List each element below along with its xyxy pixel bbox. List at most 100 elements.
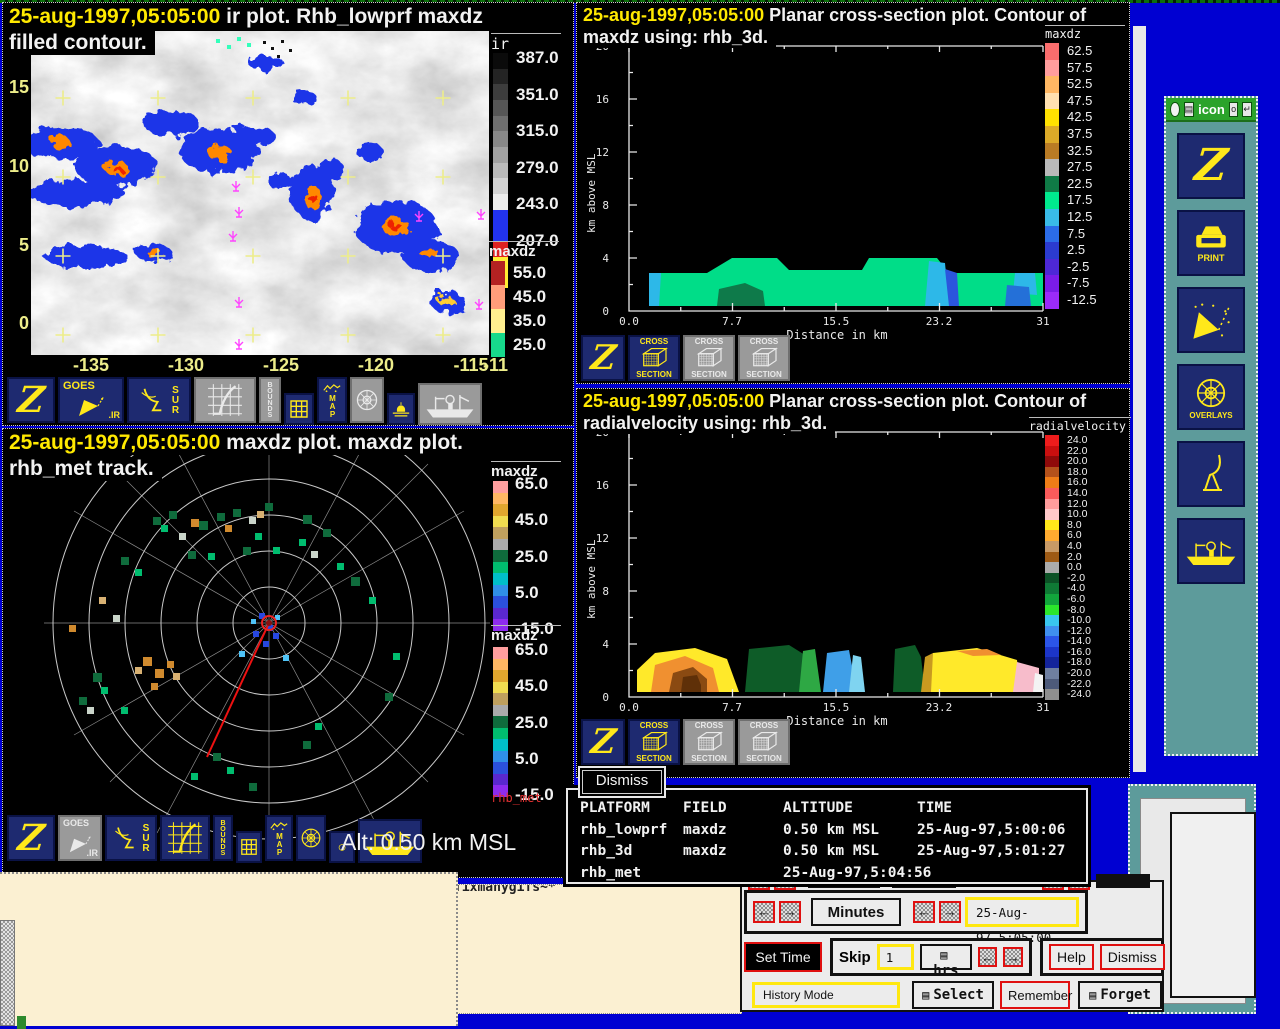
- goes-ir-button[interactable]: GOES .IR: [58, 815, 102, 861]
- cross-section-toolbar: Z CROSS SECTION CROSS SECTION CROSS SECT…: [581, 335, 790, 383]
- set-time-button[interactable]: Set Time: [744, 942, 822, 972]
- overlays-wheel-button[interactable]: [296, 815, 326, 861]
- table-header: PLATFORM: [580, 798, 683, 820]
- window-title: 25-aug-1997,05:05:00 Planar cross-sectio…: [583, 5, 1086, 26]
- cross-section-button[interactable]: CROSS SECTION: [738, 335, 790, 381]
- cross-section-plot[interactable]: [577, 427, 1047, 717]
- select-button[interactable]: ▤Select: [912, 981, 994, 1009]
- terminal-window[interactable]: [0, 872, 458, 1026]
- ir-colorbar-values: 387.0351.0315.0279.0243.0207.0: [516, 49, 559, 249]
- colorbar-swatch: [1045, 126, 1059, 143]
- grid-radar-button[interactable]: [160, 815, 210, 861]
- overlays-button[interactable]: OVERLAYS: [1177, 364, 1245, 430]
- help-button[interactable]: Help: [1049, 944, 1094, 970]
- map-button[interactable]: MAP: [265, 815, 293, 861]
- maxdz-colorbar: 55.0 45.0 35.0 25.0: [491, 261, 546, 357]
- track-platform-label: rhb_met: [491, 791, 542, 805]
- forget-button[interactable]: ▤Forget: [1078, 981, 1162, 1009]
- cross-section-button-active[interactable]: CROSS SECTION: [628, 719, 680, 765]
- units-button[interactable]: ▤hrs: [920, 944, 972, 970]
- grid-radar-button[interactable]: [194, 377, 256, 423]
- small-grid-button[interactable]: [236, 831, 262, 863]
- maximize-icon[interactable]: o: [1229, 102, 1239, 117]
- ship-button[interactable]: [418, 383, 482, 425]
- minutes-button[interactable]: Minutes: [811, 898, 901, 926]
- colorbar-swatch: [1045, 477, 1059, 488]
- iconify-icon[interactable]: ▤: [1184, 102, 1195, 117]
- colorbar-swatch: [1045, 76, 1059, 93]
- colorbar-swatch: [1045, 605, 1059, 616]
- minutes-forward-button[interactable]: →: [939, 901, 961, 923]
- remember-button[interactable]: Remember: [1000, 981, 1070, 1009]
- grid-radar-icon: [164, 820, 206, 856]
- bounds-button[interactable]: BOUNDS: [213, 815, 233, 861]
- icon-panel-titlebar[interactable]: ▤ icon o ↵: [1166, 98, 1256, 122]
- surveillance-button[interactable]: SUR: [105, 815, 157, 861]
- window-menu-icon[interactable]: [1170, 102, 1180, 117]
- radar-antenna-button[interactable]: [1177, 441, 1245, 507]
- overlays-wheel-button[interactable]: [350, 377, 384, 423]
- scrollbar[interactable]: [0, 920, 15, 1026]
- skip-back-button[interactable]: ←: [978, 947, 998, 967]
- restore-icon[interactable]: ↵: [1242, 102, 1252, 117]
- skip-input[interactable]: 1: [877, 944, 914, 970]
- altitude-label: Alt: 0.50 km MSL: [341, 829, 516, 856]
- map-button[interactable]: MAP: [317, 377, 347, 423]
- cube-icon: [692, 730, 726, 754]
- platform-status-window: PLATFORMFIELDALTITUDETIME rhb_lowprfmaxd…: [566, 788, 1088, 884]
- right-arrow-icon: →: [784, 904, 797, 919]
- radar-echoes: [69, 503, 400, 791]
- zeb-logo-button[interactable]: Z: [581, 719, 625, 765]
- ship-button[interactable]: [1177, 518, 1245, 584]
- cross-section-button[interactable]: CROSS SECTION: [738, 719, 790, 765]
- print-button[interactable]: PRINT: [1177, 210, 1245, 276]
- xterm-secondary[interactable]: fixmanygifs~*: [433, 884, 742, 1014]
- satellite-dish-icon: [76, 392, 106, 418]
- dismiss-button[interactable]: Dismiss: [578, 766, 666, 798]
- minutes-back-button[interactable]: ←: [913, 901, 935, 923]
- step-back-button[interactable]: ←: [753, 901, 775, 923]
- table-row[interactable]: rhb_lowprfmaxdz0.50 km MSL25-Aug-97,5:00…: [580, 820, 1086, 842]
- zeb-logo-button[interactable]: Z: [581, 335, 625, 381]
- satellite-button[interactable]: [1177, 287, 1245, 353]
- satellite-dish-icon: [1189, 298, 1233, 342]
- goes-ir-button[interactable]: GOES .IR: [58, 377, 124, 423]
- skip-label: Skip: [839, 949, 871, 966]
- cube-icon: [637, 730, 671, 754]
- cross-section-button-active[interactable]: CROSS SECTION: [628, 335, 680, 381]
- history-mode-input[interactable]: History Mode: [752, 982, 900, 1008]
- maxdz-colorbar-label: maxdz: [489, 241, 559, 260]
- z-logo-icon: Z: [589, 341, 617, 375]
- zeb-logo-button[interactable]: Z: [7, 815, 55, 861]
- zeb-logo-button[interactable]: Z: [1177, 133, 1245, 199]
- colorbar-swatch: [1045, 583, 1059, 594]
- colorbar-swatch: [1045, 626, 1059, 637]
- colorbar-swatch: [491, 309, 505, 333]
- colorbar-swatch: [1045, 209, 1059, 226]
- skip-forward-button[interactable]: →: [1003, 947, 1023, 967]
- time-input[interactable]: 25-Aug-97,5:05:00: [965, 897, 1079, 927]
- colorbar-swatch: [1045, 192, 1059, 209]
- colorbar-swatch: [1045, 226, 1059, 243]
- dismiss-button[interactable]: Dismiss: [1100, 944, 1165, 970]
- table-row[interactable]: rhb_met25-Aug-97,5:04:56: [580, 863, 1086, 885]
- cross-section-button[interactable]: CROSS SECTION: [683, 335, 735, 381]
- bounds-button[interactable]: BOUNDS: [259, 377, 281, 423]
- cross-section-plot[interactable]: [577, 41, 1047, 331]
- colorbar-swatch: [1045, 143, 1059, 160]
- step-forward-button[interactable]: →: [779, 901, 801, 923]
- right-arrow-icon: →: [944, 904, 957, 919]
- surveillance-button[interactable]: SUR: [127, 377, 191, 423]
- colorbar-swatch: [1045, 456, 1059, 467]
- colorbar-label: maxdz: [1045, 25, 1125, 41]
- zeb-logo-button[interactable]: Z: [7, 377, 55, 423]
- small-grid-button[interactable]: [284, 393, 314, 425]
- distance-axis: 0.07.715.523.231: [577, 315, 1097, 329]
- radar-scope[interactable]: [3, 455, 490, 851]
- satellite-image[interactable]: [31, 31, 489, 355]
- cross-section-button[interactable]: CROSS SECTION: [683, 719, 735, 765]
- cross-section-maxdz-window: 25-aug-1997,05:05:00 Planar cross-sectio…: [576, 2, 1130, 384]
- buoy-button[interactable]: [387, 393, 415, 425]
- table-row[interactable]: rhb_3dmaxdz0.50 km MSL25-Aug-97,5:01:27: [580, 841, 1086, 863]
- maxdz-colorbar1: [493, 481, 508, 631]
